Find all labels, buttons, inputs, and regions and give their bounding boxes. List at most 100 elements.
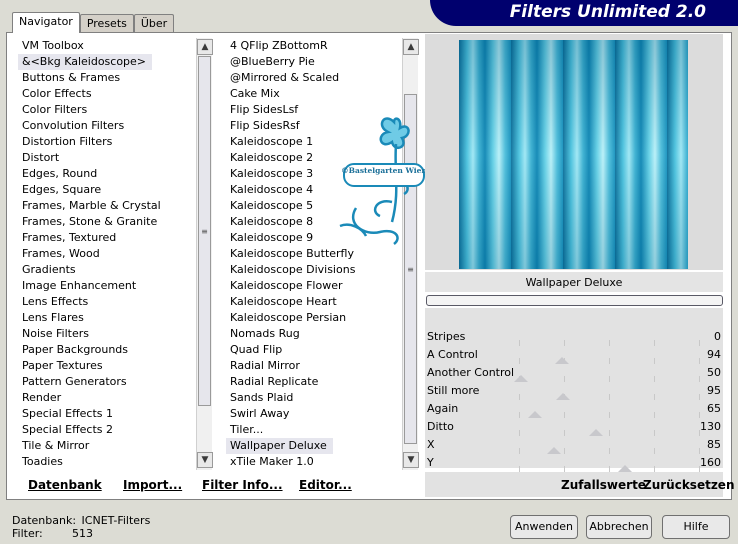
slider-row: Stripes 0 bbox=[425, 328, 723, 346]
category-item[interactable]: Gradients bbox=[18, 262, 196, 278]
filter-item[interactable]: Kaleidoscope Heart bbox=[226, 294, 402, 310]
category-item[interactable]: Frames, Wood bbox=[18, 246, 196, 262]
category-item[interactable]: Lens Effects bbox=[18, 294, 196, 310]
filter-item[interactable]: Kaleidoscope Butterfly bbox=[226, 246, 402, 262]
category-item[interactable]: Noise Filters bbox=[18, 326, 196, 342]
category-item[interactable]: Buttons & Frames bbox=[18, 70, 196, 86]
category-item[interactable]: Toadies bbox=[18, 454, 196, 470]
category-item[interactable]: Lens Flares bbox=[18, 310, 196, 326]
random-values-button[interactable]: Zufallswerte bbox=[561, 478, 646, 492]
category-item[interactable]: Special Effects 2 bbox=[18, 422, 196, 438]
category-scroll-thumb[interactable]: ≡ bbox=[198, 56, 211, 406]
slider-row: Again 65 bbox=[425, 400, 723, 418]
slider-row: Another Control 50 bbox=[425, 364, 723, 382]
watermark-logo-icon: ©Bastelgarten Wien bbox=[339, 117, 427, 245]
slider-label: Still more bbox=[427, 384, 480, 397]
cancel-button[interactable]: Abbrechen bbox=[586, 515, 652, 539]
category-item[interactable]: Edges, Square bbox=[18, 182, 196, 198]
filter-item[interactable]: Radial Mirror bbox=[226, 358, 402, 374]
category-scroll-up-icon[interactable]: ▲ bbox=[197, 39, 213, 55]
slider-row: Ditto 130 bbox=[425, 418, 723, 436]
category-item[interactable]: Frames, Stone & Granite bbox=[18, 214, 196, 230]
filter-item[interactable]: Cake Mix bbox=[226, 86, 402, 102]
category-item[interactable]: Color Filters bbox=[18, 102, 196, 118]
category-item[interactable]: Special Effects 1 bbox=[18, 406, 196, 422]
filter-info-button[interactable]: Filter Info... bbox=[202, 478, 283, 492]
category-item[interactable]: Paper Textures bbox=[18, 358, 196, 374]
slider-row: Still more 95 bbox=[425, 382, 723, 400]
status-database: Datenbank: ICNET-Filters bbox=[12, 514, 150, 527]
watermark-text: ©Bastelgarten Wien bbox=[341, 166, 427, 175]
category-item[interactable]: Render bbox=[18, 390, 196, 406]
status-db-label: Datenbank: bbox=[12, 514, 77, 527]
filter-scrollbar[interactable]: ▲ ≡ ▼ bbox=[402, 38, 419, 470]
filter-scroll-down-icon[interactable]: ▼ bbox=[403, 452, 419, 468]
filter-item[interactable]: 4 QFlip ZBottomR bbox=[226, 38, 402, 54]
filter-item[interactable]: Nomads Rug bbox=[226, 326, 402, 342]
category-item[interactable]: Tile & Mirror bbox=[18, 438, 196, 454]
filter-item[interactable]: @Mirrored & Scaled bbox=[226, 70, 402, 86]
slider-thumb[interactable] bbox=[589, 429, 603, 436]
slider-controls: Stripes 0 A Control 94 Another Control 50 Stil… bbox=[425, 308, 723, 472]
slider-label: Another Control bbox=[427, 366, 515, 379]
slider-label: Ditto bbox=[427, 420, 454, 433]
filter-item[interactable]: Kaleidoscope Flower bbox=[226, 278, 402, 294]
filter-item[interactable]: Tiler... bbox=[226, 422, 402, 438]
slider-thumb[interactable] bbox=[514, 375, 528, 382]
category-item[interactable]: Edges, Round bbox=[18, 166, 196, 182]
progress-bar bbox=[426, 295, 723, 306]
category-scroll-down-icon[interactable]: ▼ bbox=[197, 452, 213, 468]
category-item[interactable]: Color Effects bbox=[18, 86, 196, 102]
slider-thumb[interactable] bbox=[556, 393, 570, 400]
slider-label: A Control bbox=[427, 348, 478, 361]
tab-presets[interactable]: Presets bbox=[79, 14, 134, 33]
filter-item[interactable]: @BlueBerry Pie bbox=[226, 54, 402, 70]
filter-item[interactable]: xTile Maker 1.0 bbox=[226, 454, 402, 470]
filter-item[interactable]: Kaleidoscope Persian bbox=[226, 310, 402, 326]
import-button[interactable]: Import... bbox=[123, 478, 182, 492]
slider-value: 94 bbox=[707, 348, 721, 361]
help-button[interactable]: Hilfe bbox=[662, 515, 730, 539]
filter-item[interactable]: Wallpaper Deluxe bbox=[226, 438, 333, 454]
slider-thumb[interactable] bbox=[547, 447, 561, 454]
filter-item[interactable]: Sands Plaid bbox=[226, 390, 402, 406]
current-filter-name: Wallpaper Deluxe bbox=[425, 272, 723, 292]
slider-row: X 85 bbox=[425, 436, 723, 454]
database-button[interactable]: Datenbank bbox=[28, 478, 102, 492]
filter-item[interactable]: Radial Replicate bbox=[226, 374, 402, 390]
filters-unlimited-window: Filters Unlimited 2.0 Navigator Presets … bbox=[0, 0, 738, 544]
grip-icon: ≡ bbox=[201, 227, 208, 236]
category-item[interactable]: Frames, Marble & Crystal bbox=[18, 198, 196, 214]
filter-item[interactable]: Swirl Away bbox=[226, 406, 402, 422]
editor-button[interactable]: Editor... bbox=[299, 478, 352, 492]
category-item[interactable]: Pattern Generators bbox=[18, 374, 196, 390]
tab-uber[interactable]: Über bbox=[133, 14, 175, 33]
slider-label: Y bbox=[427, 456, 434, 469]
status-filter-count: 513 bbox=[72, 527, 93, 540]
category-item[interactable]: Convolution Filters bbox=[18, 118, 196, 134]
slider-value: 160 bbox=[700, 456, 721, 469]
filter-list[interactable]: 4 QFlip ZBottomR @BlueBerry Pie @Mirrored … bbox=[226, 38, 402, 470]
slider-label: Stripes bbox=[427, 330, 466, 343]
filter-item[interactable]: Kaleidoscope Divisions bbox=[226, 262, 402, 278]
filter-item[interactable]: Quad Flip bbox=[226, 342, 402, 358]
slider-thumb[interactable] bbox=[528, 411, 542, 418]
category-item[interactable]: VM Toolbox bbox=[18, 38, 196, 54]
category-item[interactable]: Image Enhancement bbox=[18, 278, 196, 294]
slider-value: 130 bbox=[700, 420, 721, 433]
slider-value: 0 bbox=[714, 330, 721, 343]
apply-button[interactable]: Anwenden bbox=[510, 515, 578, 539]
category-item[interactable]: Distort bbox=[18, 150, 196, 166]
slider-thumb[interactable] bbox=[618, 465, 632, 472]
category-item[interactable]: &<Bkg Kaleidoscope> bbox=[18, 54, 153, 70]
category-scrollbar[interactable]: ▲ ≡ ▼ bbox=[196, 38, 213, 470]
status-filter-label: Filter: bbox=[12, 527, 43, 540]
slider-thumb[interactable] bbox=[555, 357, 569, 364]
category-item[interactable]: Paper Backgrounds bbox=[18, 342, 196, 358]
category-list[interactable]: VM Toolbox &<Bkg Kaleidoscope> Buttons & F… bbox=[18, 38, 196, 470]
category-item[interactable]: Frames, Textured bbox=[18, 230, 196, 246]
reset-button[interactable]: Zurücksetzen bbox=[643, 478, 734, 492]
filter-scroll-up-icon[interactable]: ▲ bbox=[403, 39, 419, 55]
category-item[interactable]: Distortion Filters bbox=[18, 134, 196, 150]
tab-navigator[interactable]: Navigator bbox=[12, 12, 80, 33]
